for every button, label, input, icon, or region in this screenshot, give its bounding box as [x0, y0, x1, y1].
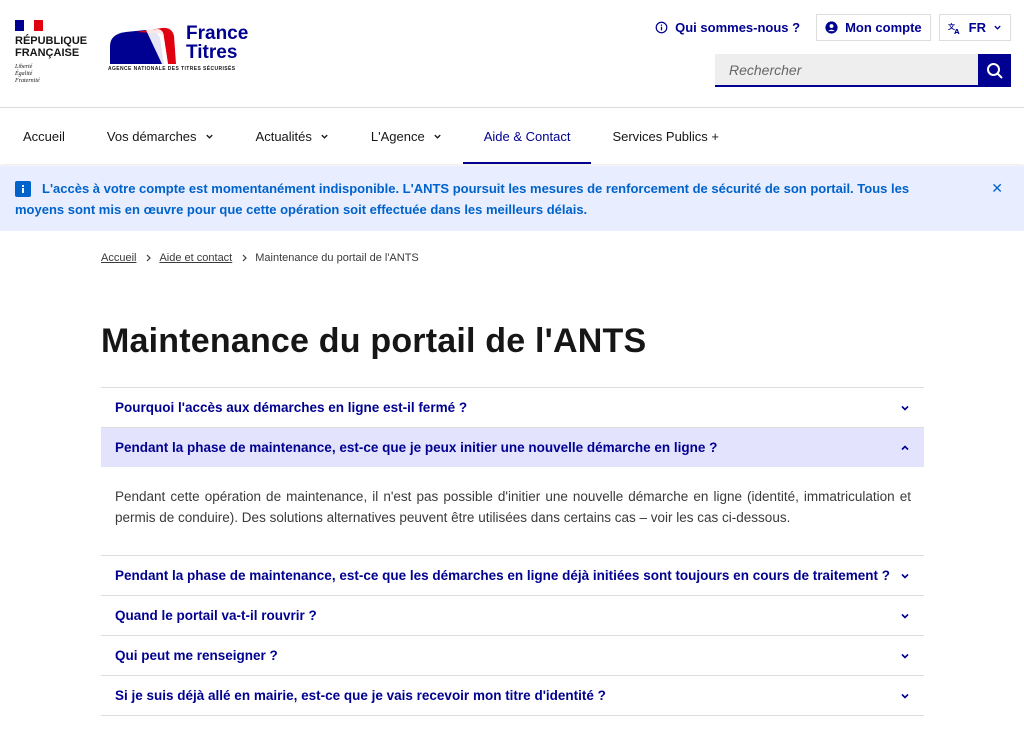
accordion-question: Quand le portail va-t-il rouvrir ?	[115, 608, 317, 623]
main-navigation: Accueil Vos démarches Actualités L'Agenc…	[0, 108, 1024, 164]
motto-label: Liberté Égalité Fraternité	[15, 64, 40, 84]
accordion-question: Si je suis déjà allé en mairie, est-ce q…	[115, 688, 606, 703]
accordion-answer: Pendant cette opération de maintenance, …	[115, 489, 911, 525]
language-label: FR	[968, 20, 986, 35]
accordion-item: Si je suis déjà allé en mairie, est-ce q…	[101, 676, 924, 716]
nav-item-label: Vos démarches	[106, 128, 197, 144]
chevron-down-icon	[205, 132, 214, 141]
accordion-question: Pendant la phase de maintenance, est-ce …	[115, 568, 890, 583]
nav-item-label: Actualités	[255, 128, 312, 144]
nav-item-services-publics[interactable]: Services Publics +	[591, 108, 740, 164]
info-circle-icon	[655, 21, 668, 34]
chevron-down-icon	[993, 23, 1002, 32]
faq-accordion: Pourquoi l'accès aux démarches en ligne …	[101, 387, 924, 716]
nav-item-aide-contact[interactable]: Aide & Contact	[462, 108, 592, 164]
chevron-right-icon	[145, 254, 152, 262]
accordion-question: Qui peut me renseigner ?	[115, 648, 278, 663]
search-button[interactable]	[978, 54, 1011, 87]
about-link[interactable]: Qui sommes-nous ?	[647, 14, 808, 41]
chevron-right-icon	[241, 254, 248, 262]
accordion-item: Quand le portail va-t-il rouvrir ?	[101, 596, 924, 636]
chevron-down-icon	[900, 691, 910, 701]
republique-francaise-logo[interactable]: RÉPUBLIQUE FRANÇAISE Liberté Égalité Fra…	[15, 20, 95, 85]
nav-item-label: Accueil	[23, 128, 65, 144]
account-label: Mon compte	[845, 20, 922, 35]
account-button[interactable]: Mon compte	[816, 14, 931, 41]
about-label: Qui sommes-nous ?	[675, 20, 801, 35]
flag-icon	[15, 20, 43, 31]
nav-item-label: Aide & Contact	[483, 128, 571, 144]
chevron-down-icon	[900, 611, 910, 621]
breadcrumb-link-accueil[interactable]: Accueil	[101, 252, 136, 264]
accordion-toggle[interactable]: Pendant la phase de maintenance, est-ce …	[101, 428, 924, 467]
close-icon[interactable]: ✕	[991, 180, 1003, 197]
user-account-icon	[825, 21, 838, 34]
france-titres-mark-icon	[110, 27, 176, 64]
accordion-item: Qui peut me renseigner ?	[101, 636, 924, 676]
chevron-down-icon	[900, 651, 910, 661]
page-title: Maintenance du portail de l'ANTS	[101, 322, 647, 360]
brand-tagline: AGENCE NATIONALE DES TITRES SÉCURISÉS	[108, 66, 236, 72]
france-titres-logo[interactable]: France Titres AGENCE NATIONALE DES TITRE…	[106, 24, 254, 74]
accordion-toggle[interactable]: Quand le portail va-t-il rouvrir ?	[101, 596, 924, 635]
breadcrumb-link-aide[interactable]: Aide et contact	[159, 252, 232, 264]
chevron-down-icon	[433, 132, 442, 141]
breadcrumb-current: Maintenance du portail de l'ANTS	[255, 252, 419, 264]
nav-item-label: L'Agence	[370, 128, 425, 144]
republique-label: RÉPUBLIQUE FRANÇAISE	[15, 35, 88, 59]
chevron-up-icon	[900, 443, 910, 453]
search-input[interactable]	[715, 54, 978, 87]
brand-name: France Titres	[186, 23, 249, 63]
search-bar	[715, 54, 1011, 87]
header-tools: Qui sommes-nous ? Mon compte 文A FR	[647, 14, 1011, 41]
info-notice-banner: L'accès à votre compte est momentanément…	[0, 166, 1024, 231]
breadcrumb: Accueil Aide et contact Maintenance du p…	[101, 252, 419, 264]
accordion-toggle[interactable]: Si je suis déjà allé en mairie, est-ce q…	[101, 676, 924, 715]
chevron-down-icon	[320, 132, 329, 141]
chevron-down-icon	[900, 571, 910, 581]
nav-item-vos-demarches[interactable]: Vos démarches	[86, 108, 235, 164]
accordion-item: Pendant la phase de maintenance, est-ce …	[101, 428, 924, 556]
language-selector[interactable]: 文A FR	[938, 14, 1011, 41]
svg-text:A: A	[954, 28, 960, 35]
notice-text: L'accès à votre compte est momentanément…	[15, 181, 910, 217]
accordion-question: Pendant la phase de maintenance, est-ce …	[115, 440, 718, 455]
accordion-item: Pourquoi l'accès aux démarches en ligne …	[101, 388, 924, 428]
nav-item-accueil[interactable]: Accueil	[2, 108, 86, 164]
accordion-toggle[interactable]: Pendant la phase de maintenance, est-ce …	[101, 556, 924, 595]
accordion-item: Pendant la phase de maintenance, est-ce …	[101, 556, 924, 596]
search-icon	[986, 62, 1004, 80]
nav-item-agence[interactable]: L'Agence	[350, 108, 463, 164]
accordion-question: Pourquoi l'accès aux démarches en ligne …	[115, 400, 468, 415]
accordion-toggle[interactable]: Qui peut me renseigner ?	[101, 636, 924, 675]
accordion-toggle[interactable]: Pourquoi l'accès aux démarches en ligne …	[101, 388, 924, 427]
nav-item-actualites[interactable]: Actualités	[235, 108, 350, 164]
chevron-down-icon	[900, 403, 910, 413]
nav-item-label: Services Publics +	[612, 128, 720, 144]
site-header: RÉPUBLIQUE FRANÇAISE Liberté Égalité Fra…	[0, 0, 1024, 108]
translate-icon: 文A	[948, 21, 962, 35]
